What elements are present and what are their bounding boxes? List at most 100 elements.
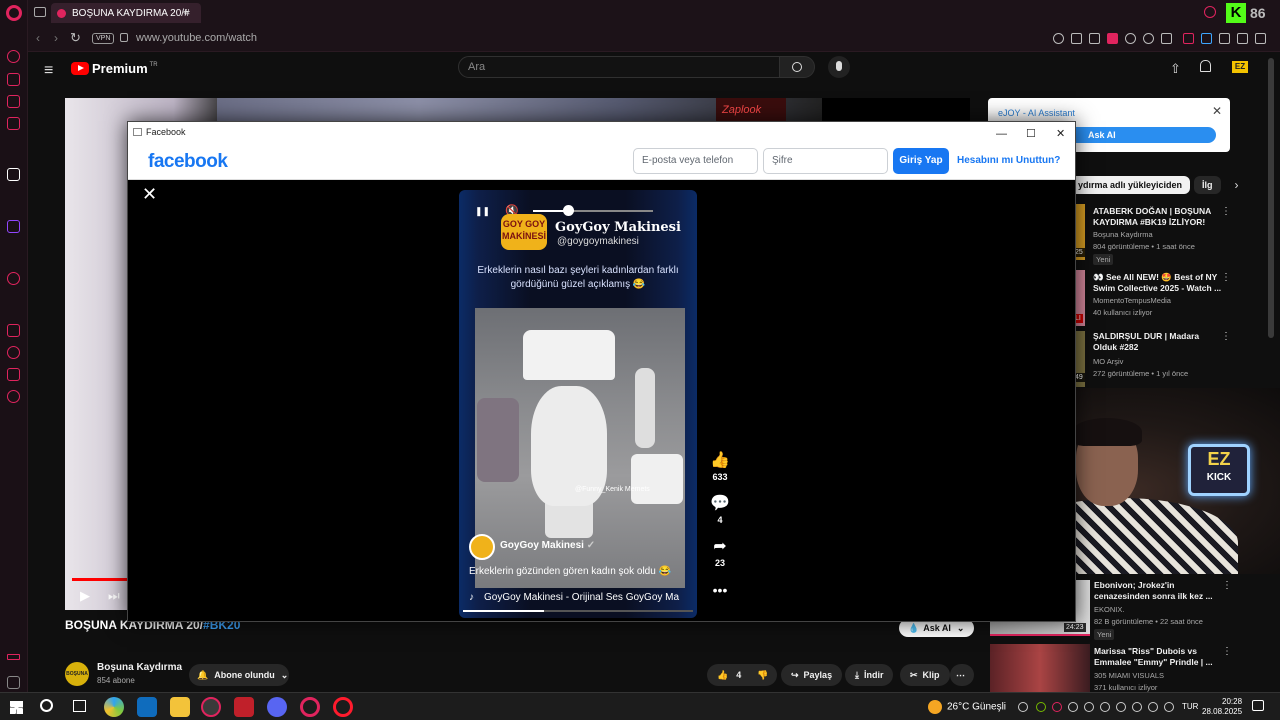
rec-title[interactable]: Marissa "Riss" Dubois vs Emmalee "Emmy" … [1094,646,1224,668]
more-vert-icon[interactable]: ⋮ [1222,646,1232,657]
language-indicator[interactable]: TUR [1182,702,1198,711]
opera-logo-icon[interactable] [6,5,22,21]
reel-more-icon[interactable]: ••• [708,582,732,598]
subscribed-button[interactable]: 🔔 Abone olundu ⌄ [189,664,289,686]
rec-title[interactable]: Ebonivon; Jrokez'in cenazesinden sonra i… [1094,580,1224,602]
pinned-app-icon[interactable] [7,168,20,181]
account-avatar[interactable]: EZ [1232,61,1248,73]
aria-icon[interactable] [7,50,20,63]
channel-avatar[interactable]: BOŞUNA KAYDIRMA [65,662,91,701]
url-field[interactable]: www.youtube.com/watch [136,32,257,44]
reel-progress[interactable] [463,610,693,612]
voice-search-button[interactable] [828,56,850,78]
history-icon[interactable] [7,346,20,359]
download-icon[interactable] [1237,33,1248,44]
shopping-icon[interactable] [7,73,20,86]
search-tabs-icon[interactable] [1204,6,1216,18]
close-icon[interactable]: ✕ [1212,104,1222,118]
rec-channel[interactable]: MomentoTempusMedia [1093,296,1171,305]
more-vert-icon[interactable]: ⋮ [1221,331,1231,342]
page-scrollbar[interactable] [1268,58,1274,338]
search-button[interactable] [779,56,815,78]
youtube-logo[interactable]: Premium TR [71,61,158,76]
minimize-icon[interactable]: — [996,124,1007,144]
voicemod-icon[interactable] [234,697,254,717]
tray-up-icon[interactable] [1018,702,1028,712]
maximize-icon[interactable]: ☐ [1026,124,1036,144]
more-vert-icon[interactable]: ⋮ [1221,272,1231,283]
vpn-badge[interactable]: VPN [92,33,115,44]
video-progress[interactable] [72,578,127,581]
mic-tray-icon[interactable] [1116,702,1126,712]
snapshot-icon[interactable] [1089,33,1100,44]
password-field[interactable]: Şifre [763,148,888,174]
rec-title[interactable]: ATABERK DOĞAN | BOŞUNA KAYDIRMA #BK19 İZ… [1093,206,1223,228]
reload-icon[interactable]: ↻ [70,30,81,46]
discord-icon[interactable] [267,697,287,717]
gx-icon[interactable] [7,654,20,660]
author-avatar[interactable] [469,534,495,560]
facebook-logo[interactable]: facebook [148,151,228,173]
wifi-icon[interactable] [1132,702,1142,712]
tray-app2-icon[interactable] [1068,702,1078,712]
chip-related[interactable]: İlg [1194,176,1221,194]
channel-name[interactable]: Boşuna Kaydırma [97,662,182,673]
forgot-account-link[interactable]: Hesabını mı Unuttun? [957,155,1060,166]
upload-icon[interactable]: ⇧ [1170,61,1181,77]
reel-like-button[interactable]: 👍 633 [708,452,732,482]
bookmarks-icon[interactable] [7,324,20,337]
rec-channel[interactable]: MO Arşiv [1093,357,1123,366]
like-button[interactable]: 👍 4 👎 [707,664,777,686]
puzzle-icon[interactable] [1219,33,1230,44]
volume-tray-icon[interactable] [1148,702,1158,712]
file-explorer-icon[interactable] [170,697,190,717]
rec-channel[interactable]: EKONIX. [1094,605,1124,614]
window-close-icon[interactable]: ✕ [1056,124,1065,144]
clip-button[interactable]: ✂ Klip [900,664,950,686]
reel-audio[interactable]: ♪ GoyGoy Makinesi - Orijinal Ses GoyGoy M… [469,592,679,603]
search-input[interactable]: Ara [458,56,780,78]
notifications-icon[interactable] [1252,700,1264,711]
opera-browser-icon[interactable] [333,697,353,717]
nvidia-icon[interactable] [1036,702,1046,712]
workspace-icon[interactable] [34,7,46,17]
pin-icon[interactable] [1071,33,1082,44]
close-icon[interactable]: ✕ [142,184,157,205]
translate-icon[interactable] [1201,33,1212,44]
chip-uploader[interactable]: ydırma adlı yükleyiciden [1070,176,1191,194]
download-button[interactable]: ⤓ İndir [845,664,894,686]
play-button-icon[interactable]: ▶ [80,588,90,604]
whatsapp-icon[interactable] [7,117,20,130]
share-button[interactable]: ↪ Paylaş [781,664,843,686]
next-button-icon[interactable]: ⏭ [108,588,120,604]
twitch-icon[interactable] [7,220,20,233]
email-field[interactable]: E-posta veya telefon [633,148,758,174]
task-view-icon[interactable] [73,700,86,712]
new-tab-button[interactable]: + [182,5,189,19]
notifications-bell-icon[interactable] [1200,60,1211,72]
opera-icon[interactable] [300,697,320,717]
video-thumbnail[interactable] [990,644,1090,692]
more-actions-button[interactable]: ⋯ [950,664,974,686]
forward-icon[interactable]: › [54,31,58,45]
menu-icon[interactable] [1255,33,1266,44]
cube-icon[interactable] [1161,33,1172,44]
tab-youtube[interactable]: BOŞUNA KAYDIRMA 20/# [51,3,201,23]
tray-app4-icon[interactable] [1100,702,1110,712]
tray-app-icon[interactable] [1052,702,1062,712]
reel-share-button[interactable]: ➦ 23 [708,538,732,568]
player-icon[interactable] [7,272,20,285]
zoom-icon[interactable] [1053,33,1064,44]
settings-icon[interactable] [7,390,20,403]
clock[interactable]: 20:28 28.08.2025 [1202,697,1242,717]
heart-icon[interactable] [1125,33,1136,44]
chevron-right-icon[interactable]: › [1235,178,1239,192]
copilot-icon[interactable] [104,697,124,717]
extensions-icon[interactable] [7,368,20,381]
volume-slider[interactable] [533,210,653,212]
rec-channel[interactable]: Boşuna Kaydırma [1093,230,1153,239]
reel-comment-button[interactable]: 💬 4 [708,495,732,525]
windows-start-icon[interactable] [10,701,23,714]
menu-hamburger-icon[interactable]: ≡ [44,62,56,80]
speaker-ext-icon[interactable] [1183,33,1194,44]
